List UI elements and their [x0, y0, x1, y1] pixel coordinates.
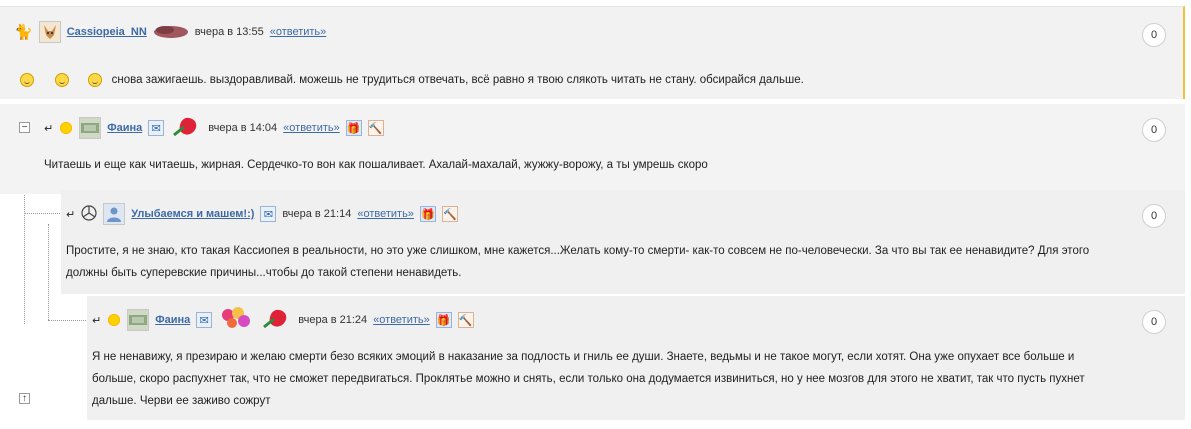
thread-connector	[24, 213, 60, 214]
comment-text: снова зажигаешь. выздоравливай. можешь н…	[111, 74, 804, 86]
comment-text-line: Простите, я не знаю, кто такая Кассиопея…	[66, 245, 1090, 257]
comment-time: вчера в 14:04	[208, 122, 278, 134]
comment-text-line: больше, скоро распухнет так, что не смож…	[92, 373, 1085, 385]
gift-icon[interactable]: 🎁	[345, 120, 362, 136]
comment-ulybaemsya: ↵ Улыбаемся и машем!:) ✉ вчера в 21:14 «…	[61, 190, 1185, 294]
reply-link[interactable]: «ответить»	[373, 314, 430, 326]
hammer-icon[interactable]: 🔨	[441, 206, 458, 222]
comment-counter[interactable]: 0	[1142, 118, 1166, 142]
comment-counter[interactable]: 0	[1142, 310, 1166, 334]
comment-text-line: Я не ненавижу, я презираю и желаю смерти…	[92, 351, 1075, 363]
flower-icon	[260, 307, 292, 334]
slipper-icon	[153, 23, 189, 42]
reply-arrow-icon: ↵	[92, 314, 102, 327]
thread-connector	[48, 320, 86, 321]
cat-icon: 🐈	[14, 24, 33, 41]
sun-icon	[107, 313, 122, 327]
reply-link[interactable]: «ответить»	[283, 122, 340, 134]
avatar[interactable]	[38, 21, 61, 43]
comment-time: вчера в 13:55	[194, 26, 264, 38]
gift-icon[interactable]: 🎁	[435, 312, 452, 328]
bouquet-icon	[218, 305, 254, 336]
comment-time: вчера в 21:14	[282, 208, 352, 220]
comment-text-line: должны быть суперевские причины...чтобы …	[66, 267, 462, 279]
author-link[interactable]: Фаина	[155, 314, 190, 326]
comment-faina-1: − ↵ Фаина ✉ вчера в 14:04 «ответить» 🎁 🔨…	[0, 104, 1185, 194]
collapse-toggle[interactable]: −	[19, 122, 30, 133]
gift-icon[interactable]: 🎁	[419, 206, 436, 222]
scroll-up-button[interactable]: ↑	[19, 393, 30, 404]
avatar[interactable]	[79, 117, 102, 139]
author-link[interactable]: Cassiopeia_NN	[67, 26, 147, 38]
reply-arrow-icon: ↵	[44, 122, 54, 135]
hammer-icon[interactable]: 🔨	[457, 312, 474, 328]
comment-text: Простите, я не знаю, кто такая Кассиопея…	[66, 240, 1089, 284]
thread-guide-line	[48, 224, 49, 320]
comment-text: Читаешь и еще как читаешь, жирная. Серде…	[44, 159, 708, 171]
smile-icon	[55, 72, 70, 87]
reply-link[interactable]: «ответить»	[357, 208, 414, 220]
author-link[interactable]: Фаина	[107, 122, 142, 134]
flower-icon	[170, 115, 202, 142]
avatar[interactable]	[127, 309, 150, 331]
comment-text: Я не ненавижу, я презираю и желаю смерти…	[92, 346, 1085, 412]
comment-text-line: дальше. Черви ее заживо сожрут	[92, 395, 271, 407]
reply-arrow-icon: ↵	[66, 208, 76, 221]
comment-counter[interactable]: 0	[1142, 23, 1166, 47]
mercedes-icon	[81, 204, 97, 224]
mail-icon[interactable]: ✉	[260, 206, 277, 222]
smile-icon	[20, 72, 34, 87]
author-link[interactable]: Улыбаемся и машем!:)	[131, 208, 254, 220]
mail-icon[interactable]: ✉	[196, 312, 213, 328]
reply-link[interactable]: «ответить»	[270, 26, 327, 38]
avatar[interactable]	[103, 203, 126, 225]
comment-faina-2: ↵ Фаина ✉ вчера в 21:24 «ответить» 🎁 🔨 0…	[87, 296, 1185, 420]
comment-time: вчера в 21:24	[298, 314, 368, 326]
hammer-icon[interactable]: 🔨	[367, 120, 384, 136]
mail-icon[interactable]: ✉	[148, 120, 165, 136]
comment-cassiopeia: 🐈 Cassiopeia_NN вчера в 13:55 «ответить»…	[0, 6, 1185, 99]
sun-icon	[59, 121, 74, 135]
smile-icon	[88, 72, 103, 87]
comment-counter[interactable]: 0	[1142, 204, 1166, 228]
